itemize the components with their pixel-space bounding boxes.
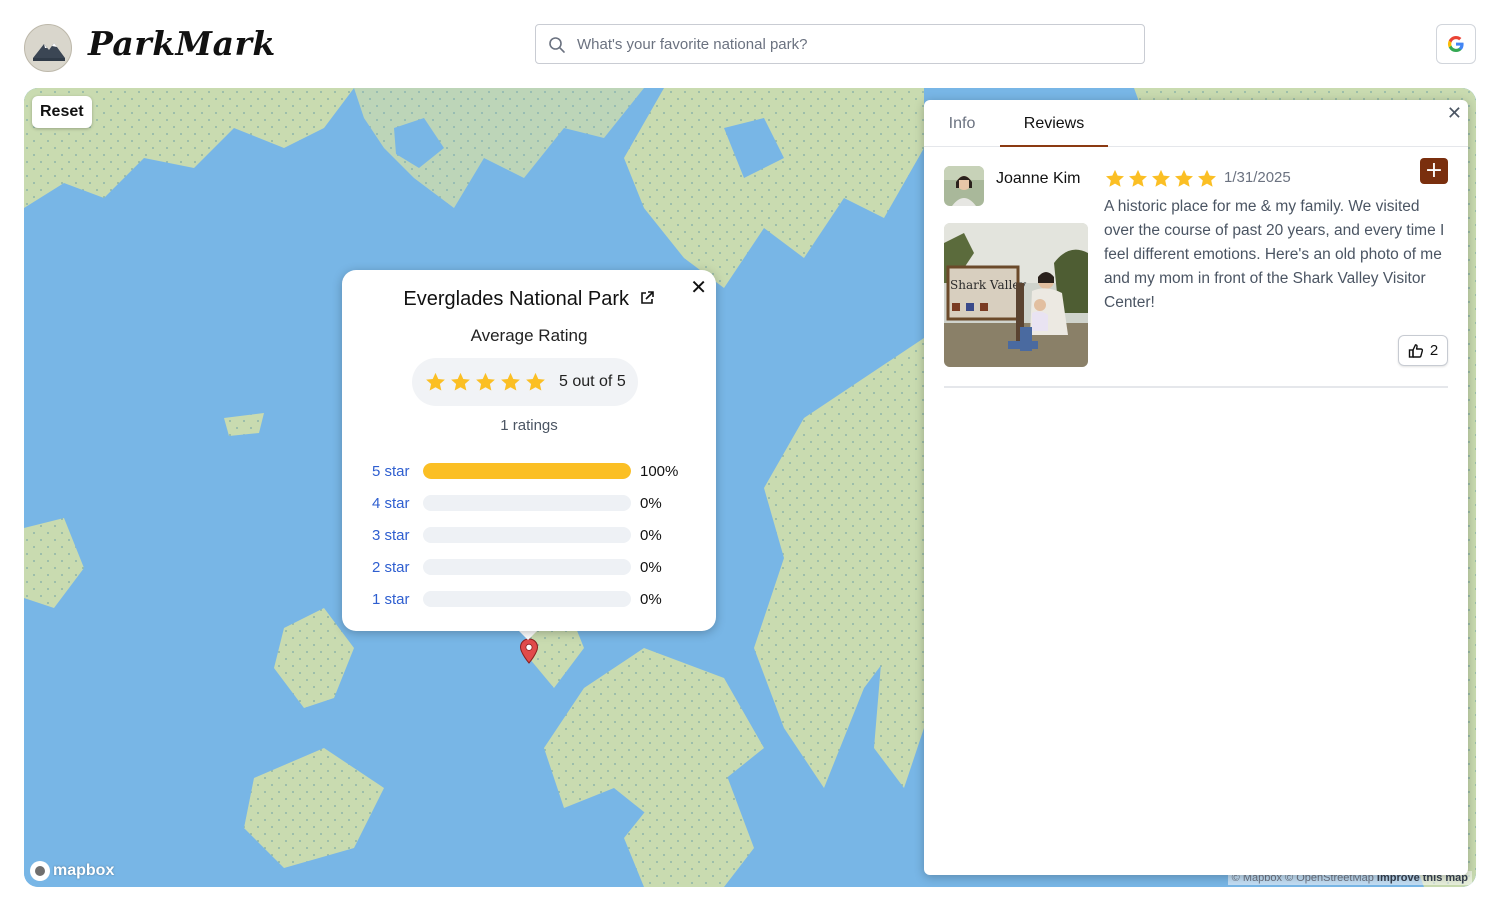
star-icon xyxy=(526,372,545,391)
park-name: Everglades National Park xyxy=(403,288,630,310)
average-rating-text: 5 out of 5 xyxy=(559,373,626,390)
review-date: 1/31/2025 xyxy=(1224,169,1291,186)
star-icon xyxy=(476,372,495,391)
rating-bar xyxy=(423,591,631,607)
google-icon xyxy=(1447,35,1464,52)
review-stars xyxy=(1104,168,1218,190)
average-rating-pill: 5 out of 5 xyxy=(412,358,638,406)
rating-row-percent: 0% xyxy=(640,526,662,544)
star-icon xyxy=(501,372,520,391)
search-input[interactable] xyxy=(577,25,1137,63)
star-icon xyxy=(1198,169,1216,187)
star-icon xyxy=(451,372,470,391)
search-box[interactable] xyxy=(535,24,1145,64)
rating-distribution: 5 star 100% 4 star 0% 3 star 0% 2 star 0% 1 star… xyxy=(372,455,702,615)
thumbs-up-icon xyxy=(1408,343,1423,358)
rating-row-label[interactable]: 4 star xyxy=(372,495,423,512)
ratings-count: 1 ratings xyxy=(500,417,558,434)
review-photo[interactable]: Shark Valley xyxy=(944,223,1088,367)
rating-row: 3 star 0% xyxy=(372,519,702,551)
park-title[interactable]: Everglades National Park xyxy=(342,288,716,311)
star-icon xyxy=(426,372,445,391)
rating-row-percent: 0% xyxy=(640,558,662,576)
review-text: A historic place for me & my family. We … xyxy=(1104,198,1445,311)
panel-close-button[interactable]: ✕ xyxy=(1447,103,1462,124)
star-icon xyxy=(1175,169,1193,187)
rating-bar xyxy=(423,463,631,479)
rating-bar xyxy=(423,559,631,575)
app-header: ParkMark xyxy=(0,0,1500,88)
rating-bar xyxy=(423,527,631,543)
rating-row-label[interactable]: 5 star xyxy=(372,463,423,480)
photo-sign-text: Shark Valley xyxy=(950,278,1026,292)
like-button[interactable]: 2 xyxy=(1398,335,1448,366)
rating-bar-fill xyxy=(423,463,631,479)
average-stars xyxy=(424,371,547,394)
rating-row-label[interactable]: 1 star xyxy=(372,591,423,608)
rating-bar xyxy=(423,495,631,511)
external-link-icon[interactable] xyxy=(639,290,655,306)
mapbox-logo-text: mapbox xyxy=(53,862,115,879)
add-review-button[interactable]: + xyxy=(1420,158,1448,184)
rating-row-percent: 0% xyxy=(640,494,662,512)
park-marker-icon[interactable] xyxy=(519,638,539,664)
rating-row: 2 star 0% xyxy=(372,551,702,583)
tab-info[interactable]: Info xyxy=(924,100,1000,147)
rating-row-label[interactable]: 3 star xyxy=(372,527,423,544)
average-rating-label: Average Rating xyxy=(470,326,588,345)
popup-tip xyxy=(518,630,538,640)
logo-mountain-icon[interactable] xyxy=(24,24,72,72)
review-item: Joanne Kim 1/31/2025 + Shark Valley A hi… xyxy=(944,158,1448,388)
rating-row: 5 star 100% xyxy=(372,455,702,487)
rating-row-label[interactable]: 2 star xyxy=(372,559,423,576)
search-icon xyxy=(549,37,565,53)
avatar xyxy=(944,166,984,206)
rating-row-percent: 100% xyxy=(640,462,679,480)
rating-row-percent: 0% xyxy=(640,590,662,608)
like-count: 2 xyxy=(1429,342,1439,359)
tab-reviews[interactable]: Reviews xyxy=(1000,100,1108,147)
reset-button[interactable]: Reset xyxy=(32,96,92,128)
brand-name[interactable]: ParkMark xyxy=(88,24,276,63)
park-popup: ✕ Everglades National Park Average Ratin… xyxy=(342,270,716,631)
reviewer-name: Joanne Kim xyxy=(996,170,1081,187)
star-icon xyxy=(1129,169,1147,187)
mapbox-icon xyxy=(30,861,50,881)
rating-row: 1 star 0% xyxy=(372,583,702,615)
rating-row: 4 star 0% xyxy=(372,487,702,519)
star-icon xyxy=(1152,169,1170,187)
star-icon xyxy=(1106,169,1124,187)
mapbox-logo[interactable]: mapbox xyxy=(30,861,114,881)
panel-tabs: Info Reviews xyxy=(924,100,1468,147)
park-details-panel: Info Reviews ✕ Joanne Kim 1/31/2025 + Sh… xyxy=(924,100,1468,875)
google-sign-in-button[interactable] xyxy=(1436,24,1476,64)
